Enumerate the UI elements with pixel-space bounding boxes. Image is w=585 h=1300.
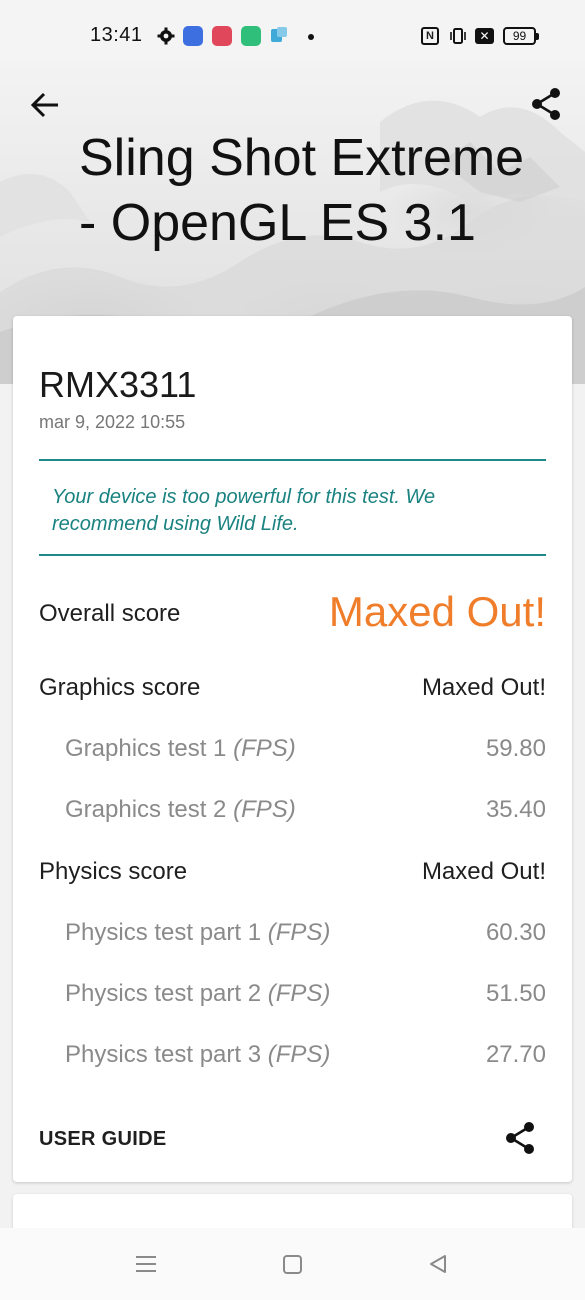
dot-icon <box>308 34 314 40</box>
home-icon[interactable] <box>283 1255 302 1274</box>
status-time: 13:41 <box>90 24 143 46</box>
overall-score-row: Overall score Maxed Out! <box>39 588 546 636</box>
notice-box: Your device is too powerful for this tes… <box>39 459 546 556</box>
graphics-test-value: 35.40 <box>485 796 546 823</box>
graphics-test-row: Graphics test 1 (FPS) 59.80 <box>39 735 546 771</box>
gear-icon <box>157 27 175 45</box>
back-arrow-icon[interactable] <box>28 88 62 122</box>
user-guide-link[interactable]: USER GUIDE <box>39 1128 166 1151</box>
nfc-icon: N <box>421 27 439 45</box>
physics-test-label: Physics test part 2 (FPS) <box>65 980 331 1007</box>
physics-test-value: 51.50 <box>485 980 546 1007</box>
notice-text: Your device is too powerful for this tes… <box>52 486 436 535</box>
app-icon <box>241 26 261 46</box>
navigation-bar <box>0 1228 585 1300</box>
result-date: mar 9, 2022 10:55 <box>39 412 186 432</box>
no-sim-icon: ✕ <box>475 28 494 44</box>
graphics-test-row: Graphics test 2 (FPS) 35.40 <box>39 796 546 832</box>
graphics-score-value: Maxed Out! <box>421 674 546 701</box>
physics-score-row: Physics score Maxed Out! <box>39 858 546 894</box>
page-title: Sling Shot Extreme - OpenGL ES 3.1 <box>79 129 525 252</box>
physics-test-label: Physics test part 3 (FPS) <box>65 1041 331 1068</box>
device-name: RMX3311 <box>39 364 197 405</box>
menu-icon[interactable] <box>135 1254 157 1274</box>
status-bar: 13:41 N ✕ 99 <box>0 0 585 62</box>
overall-score-value: Maxed Out! <box>328 588 546 635</box>
graphics-test-value: 59.80 <box>485 735 546 762</box>
physics-test-value: 60.30 <box>485 919 546 946</box>
share-icon[interactable] <box>503 1120 537 1156</box>
physics-score-value: Maxed Out! <box>421 858 546 885</box>
app-icon <box>212 26 232 46</box>
result-card: RMX3311 mar 9, 2022 10:55 Your device is… <box>13 316 572 1182</box>
graphics-score-row: Graphics score Maxed Out! <box>39 674 546 710</box>
physics-test-value: 27.70 <box>485 1041 546 1068</box>
physics-test-label: Physics test part 1 (FPS) <box>65 919 331 946</box>
physics-score-label: Physics score <box>39 858 188 885</box>
physics-test-row: Physics test part 1 (FPS) 60.30 <box>39 919 546 955</box>
graphics-test-label: Graphics test 1 (FPS) <box>65 735 296 762</box>
physics-test-row: Physics test part 3 (FPS) 27.70 <box>39 1041 546 1077</box>
graphics-score-label: Graphics score <box>39 674 201 701</box>
app-icon <box>183 26 203 46</box>
graphics-test-label: Graphics test 2 (FPS) <box>65 796 296 823</box>
app-icon <box>271 27 287 42</box>
back-triangle-icon[interactable] <box>428 1254 448 1274</box>
overall-score-label: Overall score <box>39 600 181 627</box>
share-icon[interactable] <box>528 86 564 122</box>
vibrate-icon <box>450 28 466 44</box>
physics-test-row: Physics test part 2 (FPS) 51.50 <box>39 980 546 1016</box>
battery-icon: 99 <box>503 27 539 45</box>
